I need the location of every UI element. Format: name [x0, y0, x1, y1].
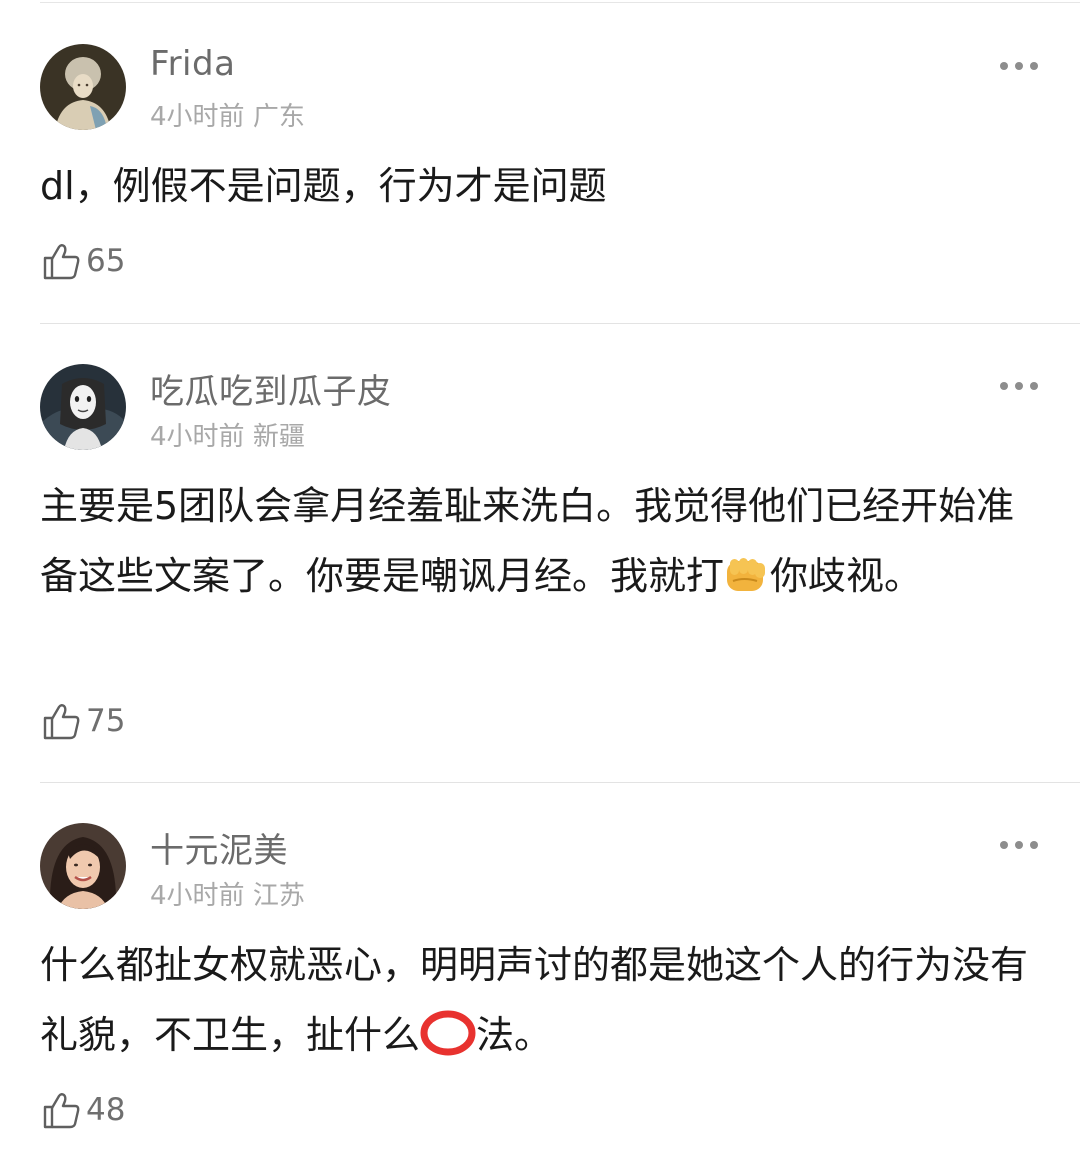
comment-time: 4小时前	[150, 422, 245, 452]
red-circle-emoji	[420, 1008, 476, 1078]
fist-emoji	[724, 549, 770, 619]
comment-time: 4小时前	[150, 102, 245, 132]
more-options-button[interactable]	[1000, 60, 1038, 72]
avatar[interactable]	[40, 44, 126, 130]
avatar[interactable]	[40, 364, 126, 450]
thumbs-up-icon	[43, 244, 80, 280]
more-dots-icon	[1000, 62, 1008, 70]
comment-meta: 4小时前 江苏	[150, 875, 305, 912]
like-button[interactable]: 48	[42, 1090, 125, 1130]
more-options-button[interactable]	[1000, 839, 1038, 851]
like-count: 65	[86, 243, 126, 279]
comment-meta: 4小时前 广东	[150, 96, 305, 133]
comment-text: dl，例假不是问题，行为才是问题	[40, 151, 1040, 221]
more-dots-icon	[1000, 841, 1008, 849]
portrait-avatar-icon	[40, 44, 126, 130]
thumbs-up-icon	[43, 1093, 80, 1129]
masked-character-avatar-icon	[40, 364, 126, 450]
username[interactable]: 十元泥美	[150, 823, 288, 872]
comment-location: 江苏	[252, 881, 305, 911]
like-button[interactable]: 75	[42, 701, 125, 741]
comment-location: 广东	[252, 102, 305, 132]
comment-location: 新疆	[252, 422, 305, 452]
comment-meta: 4小时前 新疆	[150, 416, 305, 453]
like-button[interactable]: 65	[42, 241, 125, 281]
more-options-button[interactable]	[1000, 380, 1038, 392]
more-dots-icon	[1000, 382, 1008, 390]
comment-time: 4小时前	[150, 881, 245, 911]
comment-item: Frida 4小时前 广东 dl，例假不是问题，行为才是问题 65	[0, 0, 1080, 324]
like-count: 48	[86, 1092, 126, 1128]
comment-item: 吃瓜吃到瓜子皮 4小时前 新疆 主要是5团队会拿月经羞耻来洗白。我觉得他们已经开…	[0, 324, 1080, 783]
like-count: 75	[86, 703, 126, 739]
avatar[interactable]	[40, 823, 126, 909]
comment-text-part: dl，例假不是问题，行为才是问题	[40, 164, 607, 208]
comment-text-part: 你歧视。	[770, 554, 923, 598]
comment-text: 主要是5团队会拿月经羞耻来洗白。我觉得他们已经开始准备这些文案了。你要是嘲讽月经…	[40, 471, 1040, 619]
woman-photo-avatar-icon	[40, 823, 126, 909]
comment-text-part: 法。	[476, 1013, 553, 1057]
username[interactable]: Frida	[150, 44, 235, 84]
username[interactable]: 吃瓜吃到瓜子皮	[150, 364, 392, 413]
comment-text: 什么都扯女权就恶心，明明声讨的都是她这个人的行为没有礼貌，不卫生，扯什么 法。	[40, 930, 1040, 1078]
comment-item: 十元泥美 4小时前 江苏 什么都扯女权就恶心，明明声讨的都是她这个人的行为没有礼…	[0, 783, 1080, 1151]
thumbs-up-icon	[43, 704, 80, 740]
